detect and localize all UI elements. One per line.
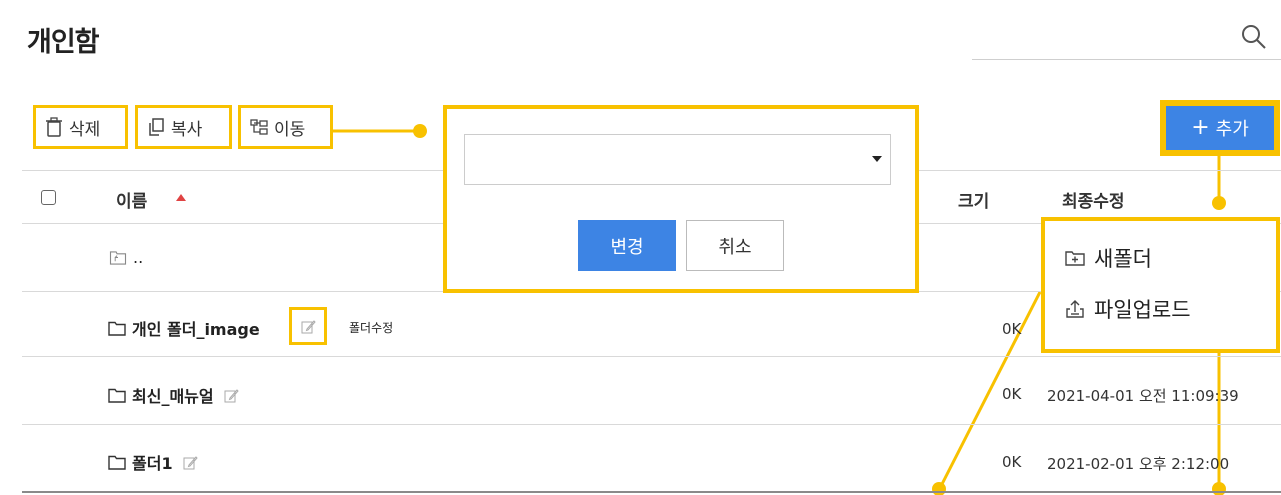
parent-folder-row[interactable]: .. — [109, 248, 143, 267]
size-cell: 0K — [1002, 320, 1022, 338]
copy-icon — [149, 118, 164, 136]
trash-icon — [46, 117, 62, 137]
file-upload-label: 파일업로드 — [1094, 298, 1191, 322]
sort-ascending-icon[interactable] — [176, 194, 186, 201]
column-header-size[interactable]: 크기 — [958, 187, 989, 212]
move-label: 이동 — [274, 119, 306, 140]
new-folder-icon — [1065, 251, 1085, 266]
folder-icon — [108, 455, 126, 470]
size-cell: 0K — [1002, 385, 1022, 403]
folder-name: 폴더1 — [132, 454, 173, 473]
size-cell: 0K — [1002, 453, 1022, 471]
modified-cell: 2021-02-01 오후 2:12:00 — [1047, 455, 1230, 473]
table-bottom-divider — [22, 491, 1281, 493]
folder-icon — [108, 388, 126, 403]
delete-label: 삭제 — [69, 119, 101, 140]
add-button-highlight: + 추가 — [1160, 100, 1280, 156]
upload-icon — [1066, 300, 1084, 318]
add-button[interactable]: + 추가 — [1166, 106, 1274, 150]
edit-icon[interactable] — [301, 319, 316, 334]
folder-name: 개인 폴더_image — [132, 320, 260, 339]
edit-icon[interactable] — [224, 388, 239, 403]
page-title: 개인함 — [27, 27, 100, 58]
copy-button[interactable]: 복사 — [135, 105, 232, 149]
add-label: 추가 — [1215, 119, 1249, 140]
menu-item-new-folder[interactable]: 새폴더 — [1064, 243, 1152, 273]
move-icon — [250, 119, 268, 135]
destination-select[interactable] — [464, 134, 891, 185]
delete-button[interactable]: 삭제 — [33, 105, 128, 149]
column-header-name[interactable]: 이름 — [116, 187, 147, 212]
table-row[interactable]: 최신_매뉴얼 — [108, 383, 239, 407]
table-row[interactable]: 폴더1 — [108, 450, 198, 474]
parent-folder-icon — [109, 251, 127, 265]
search-icon[interactable] — [1239, 22, 1269, 52]
parent-folder-label: .. — [133, 248, 144, 267]
column-header-modified[interactable]: 최종수정 — [1062, 187, 1125, 212]
plus-icon: + — [1191, 115, 1210, 140]
modified-cell: 2021-04-01 오전 11:09:39 — [1047, 387, 1239, 405]
row-divider — [22, 356, 1281, 357]
folder-name: 최신_매뉴얼 — [132, 387, 214, 406]
copy-label: 복사 — [171, 119, 203, 140]
search-input[interactable] — [972, 59, 1281, 60]
row-divider — [22, 424, 1281, 425]
new-folder-label: 새폴더 — [1094, 247, 1152, 271]
table-row[interactable]: 개인 폴더_image — [108, 316, 260, 340]
edit-folder-annotation: 폴더수정 — [349, 321, 394, 335]
edit-icon[interactable] — [183, 455, 198, 470]
select-all-checkbox[interactable] — [41, 190, 56, 205]
folder-icon — [108, 321, 126, 336]
cancel-button[interactable]: 취소 — [686, 220, 784, 271]
add-menu — [1041, 217, 1280, 353]
change-button[interactable]: 변경 — [578, 220, 676, 271]
menu-item-file-upload[interactable]: 파일업로드 — [1064, 294, 1191, 324]
move-button[interactable]: 이동 — [238, 105, 333, 149]
chevron-down-icon[interactable] — [872, 156, 882, 162]
